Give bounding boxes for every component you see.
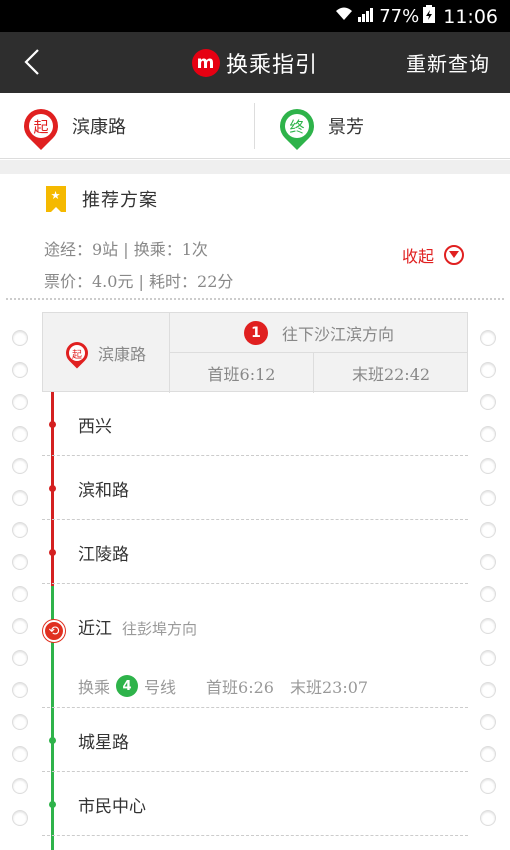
line-direction: 1 往下沙江滨方向 [170, 313, 468, 353]
metro-logo-icon: m [191, 48, 220, 77]
station-name: 西兴 [78, 416, 112, 437]
collapse-label: 收起 [401, 247, 434, 266]
station-dot [49, 485, 56, 492]
station-name: 滨和路 [78, 480, 129, 501]
transfer-suffix: 号线 [144, 678, 177, 697]
battery-percent: 77% [379, 6, 420, 27]
start-pin-icon: 起 [16, 101, 66, 151]
start-station-name: 滨康路 [72, 117, 126, 138]
transfer-direction: 往彭埠方向 [122, 620, 198, 638]
start-station-label: 滨康路 [97, 345, 146, 364]
transfer-info: 换乘 4 号线 首班6:26 末班23:07 [78, 674, 368, 698]
wifi-icon [335, 6, 353, 27]
transfer-station: ⟲ 近江 往彭埠方向 换乘 4 号线 首班6:26 末班23:07 [42, 586, 468, 708]
station-name: 城星路 [78, 732, 129, 753]
summary-stations-transfers: 途经：9站 | 换乘：1次 [44, 240, 208, 259]
chevron-down-circle-icon [444, 245, 464, 265]
list-item: 滨和路 [42, 456, 468, 520]
list-item: 城星路 [42, 708, 468, 772]
section-gap [0, 160, 510, 174]
status-bar: 77% 11:06 [0, 0, 510, 32]
list-item: 市民中心 [42, 772, 468, 836]
transfer-prefix: 换乘 [78, 678, 111, 697]
line-1-badge: 1 [243, 320, 268, 345]
bookmark-star-icon: ★ [46, 186, 66, 213]
end-station-name: 景芳 [328, 117, 364, 138]
nav-bar: m 换乘指引 重新查询 [0, 32, 510, 93]
recommended-plan-header: ★ 推荐方案 [46, 186, 158, 213]
end-pin-icon: 终 [272, 101, 322, 151]
transfer-first-train: 首班6:26 [206, 678, 274, 697]
list-item: 江陵路 [42, 520, 468, 584]
start-station-box: 起 滨康路 1 往下沙江滨方向 首班6:12 末班22:42 [42, 312, 468, 393]
transfer-station-row: 近江 往彭埠方向 [78, 614, 197, 639]
plan-summary: 途经：9站 | 换乘：1次 票价：4.0元 | 耗时：22分 [44, 234, 233, 298]
transfer-last-train: 末班23:07 [289, 678, 369, 697]
transfer-icon: ⟲ [43, 620, 65, 642]
station-dot [49, 549, 56, 556]
start-pin-small-label: 起 [68, 345, 85, 361]
start-pin-small-icon: 起 [61, 337, 93, 369]
first-train-time: 首班6:12 [170, 353, 314, 393]
station-dot [49, 421, 56, 428]
battery-icon [423, 5, 436, 28]
plan-title: 推荐方案 [82, 190, 158, 211]
start-pin-label: 起 [29, 114, 53, 138]
transfer-times: 首班6:26 末班23:07 [206, 674, 368, 698]
collapse-button[interactable]: 收起 [402, 243, 464, 267]
last-train-time: 末班22:42 [351, 365, 431, 384]
end-station-field[interactable]: 终 景芳 [272, 93, 364, 159]
start-station-cell: 起 滨康路 [43, 313, 170, 393]
start-station-field[interactable]: 起 滨康路 [16, 93, 126, 159]
station-name: 江陵路 [78, 544, 129, 565]
line-4-badge: 4 [116, 675, 139, 697]
station-dot [49, 801, 56, 808]
signal-icon [357, 6, 375, 27]
station-dot [49, 737, 56, 744]
end-pin-label: 终 [285, 114, 309, 138]
page-title-text: 换乘指引 [225, 52, 318, 78]
ticket-holes-left [12, 330, 30, 842]
station-name: 市民中心 [78, 796, 146, 817]
ticket-perforation [6, 298, 504, 300]
transfer-station-name: 近江 [78, 619, 112, 639]
route-endpoints: 起 滨康路 终 景芳 [0, 93, 510, 159]
list-item: 西兴 [42, 392, 468, 456]
divider [254, 103, 255, 149]
direction-text: 往下沙江滨方向 [281, 324, 394, 344]
summary-fare-time: 票价：4.0元 | 耗时：22分 [44, 272, 234, 291]
requery-button[interactable]: 重新查询 [406, 32, 490, 93]
clock: 11:06 [443, 5, 498, 28]
ticket-holes-right [480, 330, 498, 842]
